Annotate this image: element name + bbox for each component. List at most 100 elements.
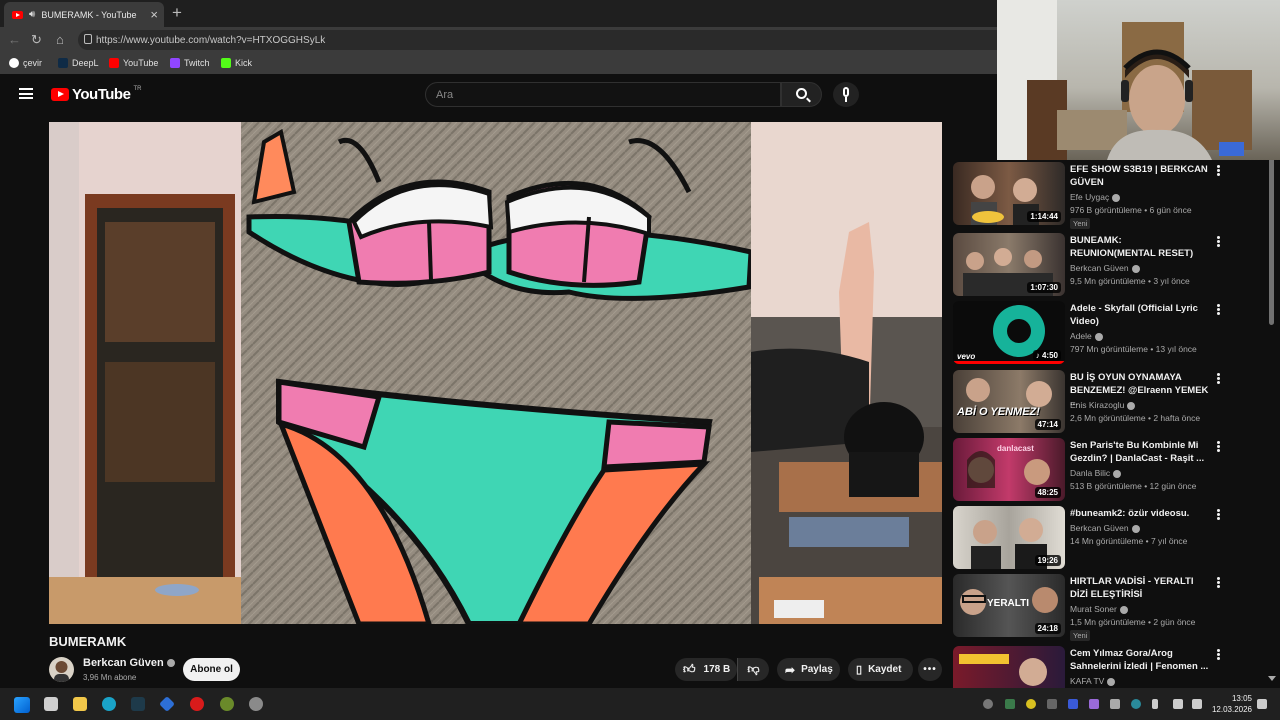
task-view-icon[interactable] (44, 697, 58, 711)
bookmark-kick[interactable]: Kick (221, 58, 252, 68)
xbox-icon[interactable] (220, 697, 234, 711)
more-vert-icon[interactable] (1217, 236, 1220, 247)
rec-thumbnail[interactable]: 1:14:44 (953, 162, 1065, 225)
windows-start-icon[interactable] (14, 697, 30, 713)
rec-channel-text: KAFA TV (1070, 676, 1105, 686)
rec-channel[interactable]: Enis Kirazoglu (1070, 400, 1136, 410)
rec-thumbnail[interactable]: vevo ♪ 4:50 (953, 301, 1065, 364)
rec-thumbnail[interactable]: YERALTI 24:18 (953, 574, 1065, 637)
new-tab-icon[interactable]: + (172, 3, 182, 23)
tray-app-icon[interactable] (1047, 699, 1057, 709)
more-vert-icon[interactable] (1217, 441, 1220, 452)
rec-thumbnail[interactable] (953, 646, 1065, 688)
rec-thumbnail[interactable]: danlacast 48:25 (953, 438, 1065, 501)
rec-title[interactable]: HIRTLAR VADİSİ - YERALTI DİZİ ELEŞTİRİSİ (1070, 576, 1210, 601)
network-icon[interactable] (1173, 699, 1183, 709)
rec-channel[interactable]: Berkcan Güven (1070, 523, 1140, 533)
rec-channel[interactable]: Efe Uygaç (1070, 192, 1121, 202)
edge-browser-icon[interactable] (102, 697, 116, 711)
search-button[interactable] (781, 82, 822, 107)
rec-item[interactable]: YERALTI 24:18 HIRTLAR VADİSİ - YERALTI D… (953, 574, 1263, 641)
rec-item[interactable]: 1:14:44 EFE SHOW S3B19 | BERKCAN GÜVEN E… (953, 162, 1263, 229)
rec-thumbnail[interactable]: 19:26 (953, 506, 1065, 569)
like-button[interactable]: 👍︎ 178 B (675, 658, 737, 681)
channel-name[interactable]: Berkcan Güven (83, 657, 175, 669)
close-tab-icon[interactable]: × (150, 7, 158, 22)
rec-channel[interactable]: Danla Bilic (1070, 468, 1122, 478)
tray-app-icon[interactable] (1005, 699, 1015, 709)
vevo-logo: vevo (957, 352, 976, 361)
rec-item[interactable]: danlacast 48:25 Sen Paris'te Bu Kombinle… (953, 438, 1263, 502)
tray-app-icon[interactable] (1131, 699, 1141, 709)
address-bar[interactable]: https://www.youtube.com/watch?v=HTXOGGHS… (78, 30, 1078, 50)
rec-title[interactable]: Sen Paris'te Bu Kombinle Mi Gezdin? | Da… (1070, 440, 1210, 465)
save-button[interactable]: ▯ Kaydet (848, 658, 913, 681)
rec-channel-text: Efe Uygaç (1070, 192, 1110, 202)
rec-title[interactable]: EFE SHOW S3B19 | BERKCAN GÜVEN (1070, 164, 1210, 189)
rec-item[interactable]: 19:26 #buneamk2: özür videosu. Berkcan G… (953, 506, 1263, 570)
rec-channel[interactable]: KAFA TV (1070, 676, 1116, 686)
rec-title[interactable]: Adele - Skyfall (Official Lyric Video) (1070, 303, 1210, 328)
rec-item[interactable]: vevo ♪ 4:50 Adele - Skyfall (Official Ly… (953, 301, 1263, 365)
channel-avatar[interactable] (49, 657, 74, 682)
speaker-icon[interactable]: 🔊︎ (29, 9, 35, 20)
notification-bell-icon[interactable] (1257, 699, 1267, 709)
more-vert-icon[interactable] (1217, 304, 1220, 315)
home-icon[interactable]: ⌂ (56, 32, 64, 47)
search-input[interactable]: Ara (425, 82, 781, 107)
rec-thumbnail[interactable]: 1:07:30 (953, 233, 1065, 296)
tray-app-icon[interactable] (1068, 699, 1078, 709)
microphone-stand (845, 97, 847, 102)
rec-item[interactable]: Cem Yılmaz Gora/Arog Sahnelerini İzledi … (953, 646, 1263, 688)
rec-age: 3 yıl önce (1153, 276, 1190, 286)
more-vert-icon[interactable] (1217, 649, 1220, 660)
taskbar-clock[interactable]: 13:05 12.03.2026 (1208, 693, 1252, 715)
youtube-logo[interactable]: YouTube TR (51, 86, 141, 103)
tray-app-icon[interactable] (1110, 699, 1120, 709)
tray-app-icon[interactable] (1026, 699, 1036, 709)
rec-channel[interactable]: Berkcan Güven (1070, 263, 1140, 273)
bookmark-youtube[interactable]: YouTube (109, 58, 158, 68)
rec-meta: 1,5 Mn görüntüleme • 2 gün önce (1070, 617, 1196, 627)
rec-meta: 14 Mn görüntüleme • 7 yıl önce (1070, 536, 1188, 546)
menu-icon[interactable] (19, 88, 33, 99)
rec-channel[interactable]: Murat Soner (1070, 604, 1128, 614)
terminal-icon[interactable] (131, 697, 145, 711)
rec-item[interactable]: ABİ O YENMEZ! 47:14 BU İŞ OYUN OYNAMAYA … (953, 370, 1263, 434)
more-vert-icon[interactable] (1217, 165, 1220, 176)
bookmark-cevir[interactable]: çevir (9, 58, 42, 68)
bookmark-twitch[interactable]: Twitch (170, 58, 210, 68)
dislike-button[interactable]: 👎︎ (737, 658, 769, 681)
share-button[interactable]: ➦ Paylaş (777, 658, 840, 681)
rec-channel[interactable]: Adele (1070, 331, 1103, 341)
rec-title[interactable]: #buneamk2: özür videosu. (1070, 508, 1210, 521)
microphone-tray-icon[interactable] (1152, 699, 1158, 709)
more-actions-button[interactable]: ••• (918, 658, 942, 681)
back-icon[interactable]: ← (8, 32, 21, 47)
rec-thumbnail[interactable]: ABİ O YENMEZ! 47:14 (953, 370, 1065, 433)
tray-app-icon[interactable] (983, 699, 993, 709)
new-badge: Yeni (1070, 218, 1091, 229)
rec-title[interactable]: BUNEAMK: REUNION(MENTAL RESET) (1070, 235, 1210, 260)
volume-icon[interactable] (1192, 699, 1202, 709)
scroll-down-arrow-icon[interactable] (1268, 676, 1276, 681)
more-vert-icon[interactable] (1217, 577, 1220, 588)
subscribe-button[interactable]: Abone ol (183, 658, 240, 681)
reload-icon[interactable]: ↻ (31, 32, 42, 48)
video-player[interactable] (49, 122, 942, 624)
voice-search-button[interactable] (833, 82, 859, 107)
tray-app-icon[interactable] (1089, 699, 1099, 709)
duration-badge: 24:18 (1034, 623, 1061, 634)
obs-icon[interactable] (249, 697, 263, 711)
media-player-icon[interactable] (190, 697, 204, 711)
file-explorer-icon[interactable] (73, 697, 87, 711)
more-vert-icon[interactable] (1217, 373, 1220, 384)
browser-tab[interactable]: 🔊︎ BUMERAMK - YouTube × (4, 2, 164, 27)
verified-icon (1119, 605, 1128, 614)
thumbs-up-icon: 👍︎ (683, 662, 696, 676)
app-diamond-icon[interactable] (159, 696, 175, 712)
rec-title[interactable]: Cem Yılmaz Gora/Arog Sahnelerini İzledi … (1070, 648, 1210, 673)
rec-item[interactable]: 1:07:30 BUNEAMK: REUNION(MENTAL RESET) B… (953, 233, 1263, 297)
bookmark-deepl[interactable]: DeepL (58, 58, 99, 68)
more-vert-icon[interactable] (1217, 509, 1220, 520)
